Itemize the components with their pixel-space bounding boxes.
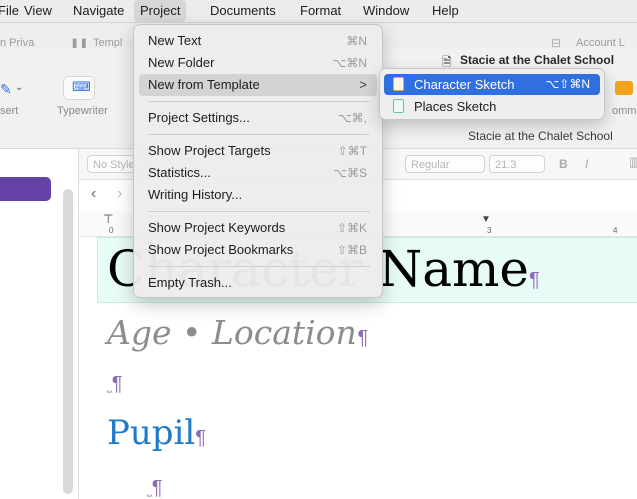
comment-icon[interactable] bbox=[615, 81, 633, 95]
menu-item-label: Empty Trash... bbox=[148, 275, 232, 290]
menu-item-writing-history[interactable]: Writing History... bbox=[139, 184, 377, 206]
menu-separator bbox=[148, 101, 370, 102]
menu-item-project-settings[interactable]: Project Settings... ⌥⌘, bbox=[139, 107, 377, 129]
binder-subtitle: Stacie at the Chalet School bbox=[468, 129, 613, 143]
menu-navigate[interactable]: Navigate bbox=[73, 0, 124, 22]
menu-item-new-folder[interactable]: New Folder ⌥⌘N bbox=[139, 52, 377, 74]
menu-format[interactable]: Format bbox=[300, 0, 341, 22]
font-size-field[interactable]: 21.3 bbox=[489, 155, 545, 173]
pupil-heading[interactable]: Pupil¶ bbox=[107, 413, 206, 453]
menu-item-new-from-template[interactable]: New from Template > bbox=[139, 74, 377, 96]
back-arrow-icon[interactable]: ‹ bbox=[91, 185, 96, 203]
shortcut-label: ⇧⌘B bbox=[336, 243, 367, 257]
menu-item-empty-trash[interactable]: Empty Trash... bbox=[139, 272, 377, 294]
empty-paragraph-2[interactable]: ˽¶ bbox=[147, 477, 163, 499]
shortcut-label: ⌥⇧⌘N bbox=[545, 77, 590, 91]
typewriter-button[interactable]: ⌨ bbox=[63, 76, 95, 100]
menu-separator bbox=[148, 266, 370, 267]
submenu-item-label: Character Sketch bbox=[414, 77, 515, 92]
menu-view[interactable]: View bbox=[24, 0, 52, 22]
menu-help[interactable]: Help bbox=[432, 0, 459, 22]
pupil-heading-text: Pupil bbox=[107, 413, 196, 453]
indent-marker-icon[interactable]: ▼ bbox=[481, 214, 491, 225]
window-title: Stacie at the Chalet School bbox=[460, 53, 615, 67]
typewriter-label: Typewriter bbox=[57, 105, 108, 117]
menu-item-label: New Text bbox=[148, 33, 202, 48]
age-location-line[interactable]: Age • Location¶ bbox=[107, 313, 368, 352]
submenu-arrow-icon: > bbox=[359, 77, 367, 92]
binder-sidebar bbox=[0, 149, 79, 499]
pilcrow-mark: ¶ bbox=[151, 477, 163, 499]
tab-stop-icon[interactable]: ⊤ bbox=[103, 212, 113, 226]
shortcut-label: ⇧⌘K bbox=[336, 221, 367, 235]
insert-label: sert bbox=[0, 105, 19, 117]
menu-bar: File View Navigate Project Documents For… bbox=[0, 0, 637, 23]
shortcut-label: ⌥⌘N bbox=[332, 56, 368, 70]
shortcut-label: ⇧⌘T bbox=[337, 144, 367, 158]
menu-window[interactable]: Window bbox=[363, 0, 409, 22]
ruler-mark-0: 0 bbox=[109, 226, 114, 235]
shortcut-label: ⌥⌘S bbox=[333, 166, 367, 180]
menu-separator bbox=[148, 134, 370, 135]
project-menu-dropdown: New Text ⌘N New Folder ⌥⌘N New from Temp… bbox=[133, 24, 383, 298]
submenu-item-places-sketch[interactable]: Places Sketch bbox=[384, 96, 600, 117]
pilcrow-mark: ¶ bbox=[195, 427, 207, 449]
menu-item-show-project-keywords[interactable]: Show Project Keywords ⇧⌘K bbox=[139, 217, 377, 239]
menu-item-label: New Folder bbox=[148, 55, 215, 70]
shortcut-label: ⌥⌘, bbox=[337, 111, 367, 125]
menu-item-new-text[interactable]: New Text ⌘N bbox=[139, 30, 377, 52]
menu-file[interactable]: File bbox=[0, 0, 19, 22]
menu-documents[interactable]: Documents bbox=[210, 0, 276, 22]
shortcut-label: ⌘N bbox=[346, 34, 367, 48]
menu-item-label: Writing History... bbox=[148, 187, 243, 202]
submenu-item-label: Places Sketch bbox=[414, 99, 497, 114]
text-color-icon[interactable]: ▥ bbox=[629, 154, 637, 170]
forward-arrow-icon[interactable]: › bbox=[117, 185, 122, 203]
menu-item-label: Show Project Targets bbox=[148, 143, 271, 158]
bold-button[interactable]: B bbox=[559, 157, 568, 171]
template-submenu: Character Sketch ⌥⇧⌘N Places Sketch bbox=[379, 68, 605, 120]
empty-paragraph[interactable]: ˽¶ bbox=[107, 373, 123, 396]
font-weight-select[interactable]: Regular bbox=[405, 155, 485, 173]
submenu-item-character-sketch[interactable]: Character Sketch ⌥⇧⌘N bbox=[384, 74, 600, 95]
age-location-text: Age • Location bbox=[107, 313, 357, 352]
typewriter-icon: ⌨ bbox=[72, 79, 91, 94]
menu-separator bbox=[148, 211, 370, 212]
italic-button[interactable]: I bbox=[585, 157, 588, 171]
sidebar-scrollbar[interactable] bbox=[63, 189, 73, 494]
ruler-mark-4: 4 bbox=[613, 226, 618, 235]
pencil-icon[interactable]: ✎ bbox=[0, 81, 12, 98]
menu-item-label: Show Project Keywords bbox=[148, 220, 286, 235]
pilcrow-mark: ¶ bbox=[356, 327, 368, 349]
chevron-down-icon[interactable]: ⌄ bbox=[15, 82, 23, 93]
character-sketch-icon bbox=[393, 77, 404, 91]
menu-item-statistics[interactable]: Statistics... ⌥⌘S bbox=[139, 162, 377, 184]
pilcrow-mark: ¶ bbox=[529, 269, 540, 291]
places-sketch-icon bbox=[393, 99, 404, 113]
ruler-mark-3: 3 bbox=[487, 226, 492, 235]
comments-label: omme bbox=[612, 105, 637, 117]
menu-item-label: Project Settings... bbox=[148, 110, 250, 125]
menu-item-label: Show Project Bookmarks bbox=[148, 242, 294, 257]
binder-selected-item[interactable] bbox=[0, 177, 51, 201]
menu-item-label: Statistics... bbox=[148, 165, 211, 180]
menu-project[interactable]: Project bbox=[134, 0, 187, 22]
menu-item-show-project-bookmarks[interactable]: Show Project Bookmarks ⇧⌘B bbox=[139, 239, 377, 261]
pilcrow-mark: ¶ bbox=[111, 373, 123, 395]
menu-item-show-project-targets[interactable]: Show Project Targets ⇧⌘T bbox=[139, 140, 377, 162]
menu-item-label: New from Template bbox=[148, 77, 260, 92]
